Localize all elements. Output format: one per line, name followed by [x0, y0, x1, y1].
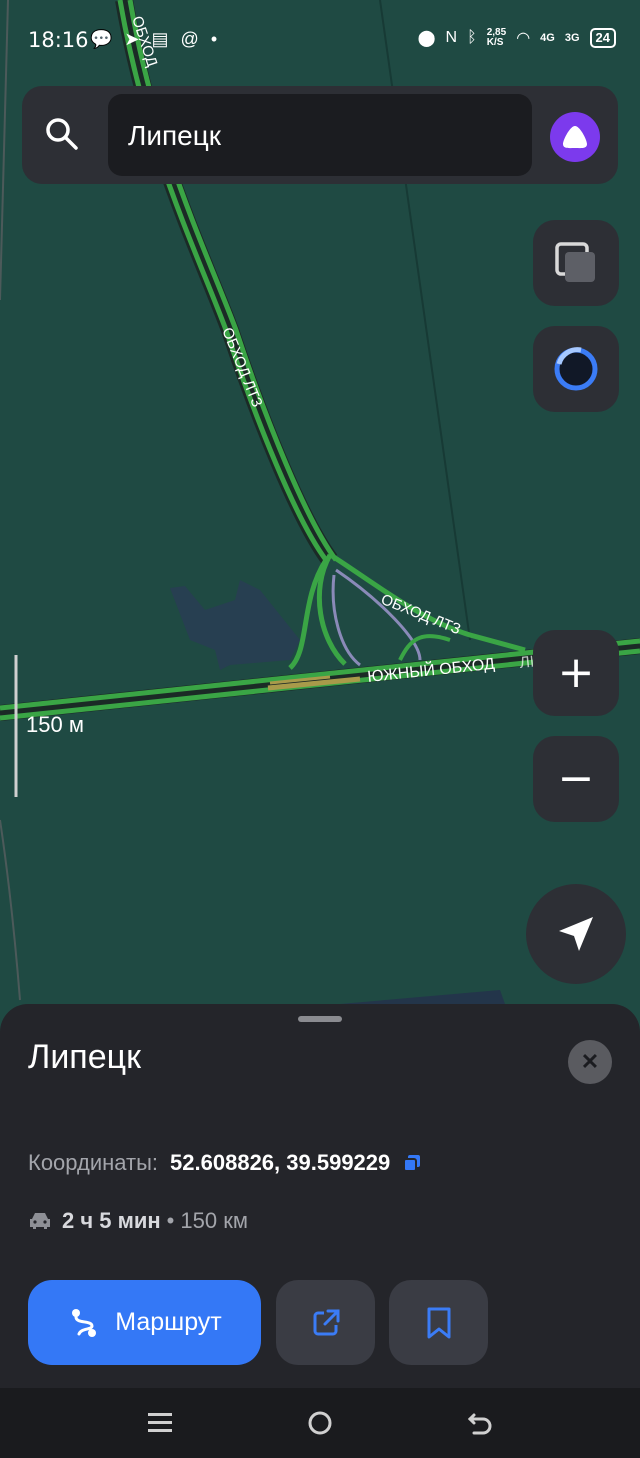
back-button[interactable] [460, 1406, 500, 1440]
coords-value[interactable]: 52.608826, 39.599229 [170, 1150, 390, 1176]
layers-button[interactable] [533, 220, 619, 306]
alice-map-button[interactable] [533, 326, 619, 412]
recents-button[interactable] [140, 1406, 180, 1440]
coords-label: Координаты: [28, 1150, 159, 1175]
zoom-out-button[interactable]: − [533, 736, 619, 822]
drive-info: 2 ч 5 мин • 150 км [28, 1208, 248, 1234]
status-time: 18:16 [28, 28, 89, 52]
drive-distance: 150 км [180, 1208, 248, 1233]
back-icon [467, 1413, 492, 1435]
bookmark-icon [427, 1307, 450, 1338]
system-nav-bar [0, 1388, 640, 1458]
chat-icon: 💬 [90, 29, 113, 49]
route-icon [72, 1308, 97, 1337]
location-icon: ⬤ [417, 30, 436, 47]
telegram-icon: ➤ [124, 29, 140, 49]
copy-icon[interactable] [402, 1153, 422, 1173]
minus-icon: − [557, 753, 595, 804]
search-query: Липецк [128, 120, 222, 151]
zoom-in-button[interactable]: + [533, 630, 619, 716]
route-button[interactable]: Маршрут [28, 1280, 261, 1365]
navigation-arrow-icon [559, 917, 593, 951]
home-button[interactable] [300, 1406, 340, 1440]
network-speed: 2,85 K/S [487, 28, 506, 48]
at-icon: @ [180, 29, 199, 49]
alice-shape-icon [563, 126, 587, 149]
signal-4g: 4G [540, 32, 555, 44]
home-icon [308, 1411, 332, 1435]
sheet-handle[interactable] [298, 1016, 342, 1022]
drive-duration: 2 ч 5 мин [62, 1208, 161, 1233]
alice-icon[interactable] [550, 112, 600, 162]
place-card: Липецк ✕ Координаты: 52.608826, 39.59922… [0, 1004, 640, 1388]
coordinates-row: Координаты: 52.608826, 39.599229 [28, 1150, 422, 1176]
search-icon[interactable] [44, 116, 80, 152]
signal-3g: 3G [564, 32, 580, 44]
share-icon [313, 1309, 339, 1335]
search-input[interactable]: Липецк [108, 94, 532, 176]
battery-indicator: 24 [589, 28, 616, 48]
scale-label: 150 м [26, 712, 84, 737]
dot-icon: • [210, 29, 218, 49]
route-button-label: Маршрут [115, 1308, 222, 1336]
bookmark-button[interactable] [389, 1280, 488, 1365]
nfc-icon: N [445, 29, 458, 46]
wifi-icon: ◠ [516, 30, 531, 47]
search-bar[interactable]: Липецк [22, 86, 618, 184]
car-icon [30, 1213, 50, 1229]
bluetooth-icon: ᛒ [467, 29, 477, 46]
close-icon: ✕ [580, 1049, 600, 1074]
menu-icon [148, 1413, 172, 1432]
plus-icon: + [557, 647, 595, 698]
layers-icon [555, 242, 595, 282]
separator: • [166, 1208, 175, 1233]
share-button[interactable] [276, 1280, 375, 1365]
close-button[interactable]: ✕ [568, 1040, 612, 1084]
network-speed-unit: K/S [486, 37, 504, 48]
place-title: Липецк [28, 1038, 141, 1076]
alice-ring-icon [554, 347, 598, 391]
status-bar: 18:16 💬 ➤ ▤ @ • ⬤ N ᛒ 2,85 K/S ◠ 4G 3G 2… [0, 0, 640, 64]
locate-button[interactable] [526, 884, 626, 984]
sim-icon: ▤ [151, 29, 169, 49]
